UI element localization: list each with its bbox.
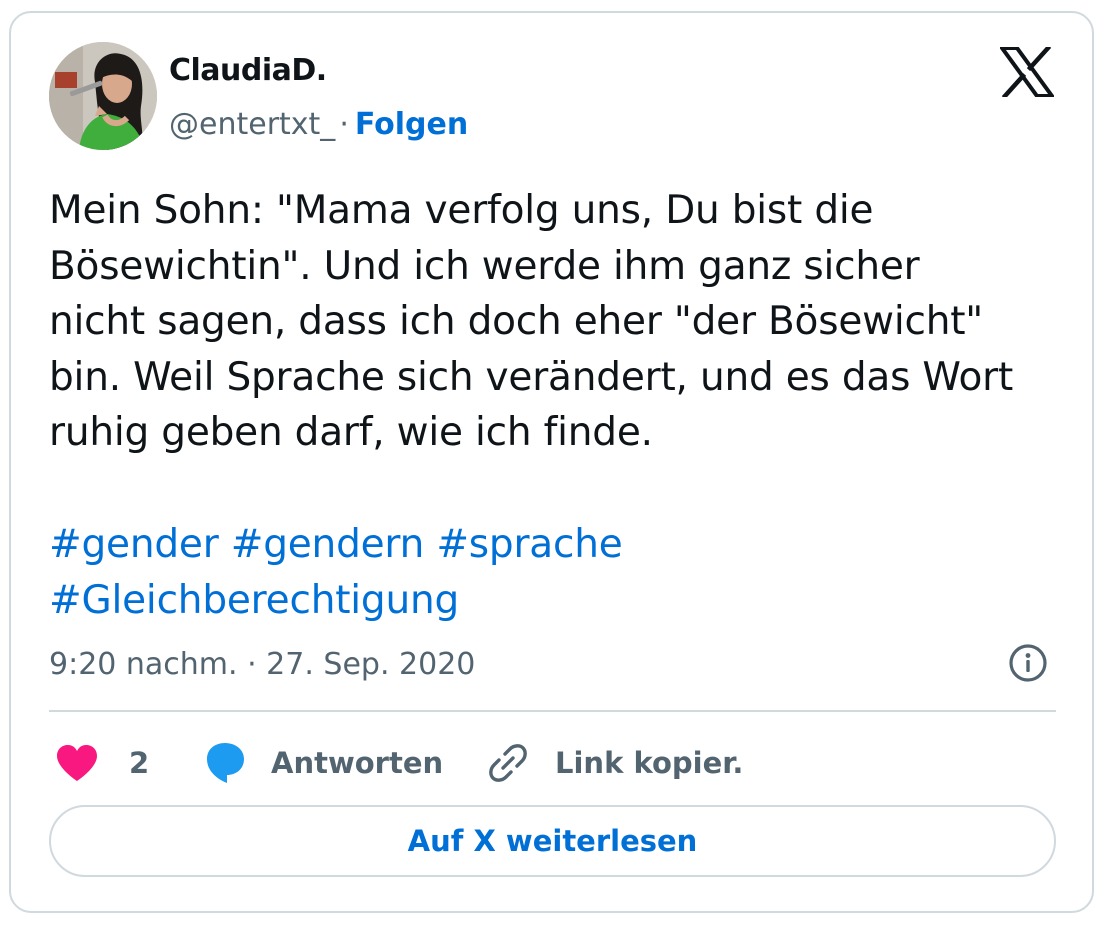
post-text-line: nicht sagen, dass ich doch eher "der Bös… — [49, 299, 984, 344]
user-handle[interactable]: @entertxt_ — [169, 107, 335, 142]
like-count: 2 — [129, 746, 150, 780]
info-icon[interactable] — [1008, 643, 1048, 683]
embedded-post-card: ClaudiaD. @entertxt_ · Folgen Mein Sohn: "… — [9, 11, 1094, 913]
avatar[interactable] — [49, 42, 157, 150]
profile-photo-icon — [49, 42, 157, 150]
hashtag-link[interactable]: #sprache — [436, 522, 622, 567]
follow-link[interactable]: Folgen — [355, 107, 468, 142]
hashtag-link[interactable]: #gendern — [231, 522, 425, 567]
hashtag-link[interactable]: #gender — [49, 522, 219, 567]
post-text: Mein Sohn: "Mama verfolg uns, Du bist di… — [49, 183, 1059, 461]
post-text-line: Mein Sohn: "Mama verfolg uns, Du bist di… — [49, 188, 874, 233]
copy-link-label: Link kopier. — [555, 746, 744, 780]
post-text-line: Bösewichtin". Und ich werde ihm ganz sic… — [49, 243, 920, 289]
reply-label: Antworten — [271, 746, 444, 780]
heart-icon — [57, 745, 97, 781]
hashtag-list: #gender #gendern #sprache #Gleichberecht… — [49, 517, 1059, 628]
hashtag-link[interactable]: #Gleichberechtigung — [49, 578, 459, 623]
x-logo-icon[interactable] — [998, 44, 1056, 100]
read-more-label: Auf X weiterlesen — [407, 824, 698, 858]
reply-button[interactable]: Antworten — [203, 735, 443, 791]
copy-link-button[interactable]: Link kopier. — [487, 735, 743, 791]
reply-bubble-icon — [207, 743, 244, 783]
link-icon — [489, 744, 527, 782]
like-button[interactable]: 2 — [55, 735, 149, 791]
post-text-line: ruhig geben darf, wie ich finde. — [49, 410, 653, 455]
display-name[interactable]: ClaudiaD. — [169, 53, 327, 88]
read-more-button[interactable]: Auf X weiterlesen — [49, 805, 1056, 877]
handle-separator: · — [339, 107, 349, 142]
post-text-line: bin. Weil Sprache sich verändert, und es… — [49, 354, 1014, 400]
post-timestamp[interactable]: 9:20 nachm. · 27. Sep. 2020 — [49, 647, 475, 682]
handle-row: @entertxt_ · Folgen — [169, 107, 468, 142]
divider — [49, 710, 1056, 712]
action-bar: 2 Antworten Link kopier. — [49, 735, 1059, 791]
